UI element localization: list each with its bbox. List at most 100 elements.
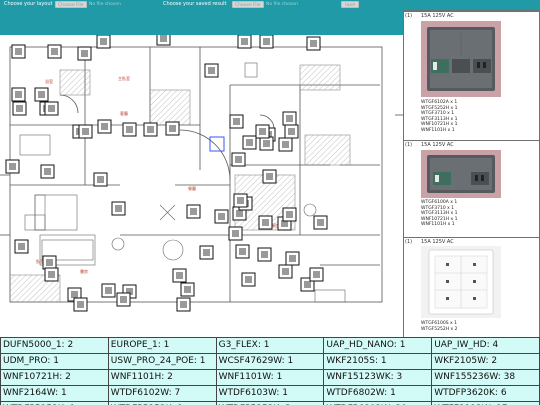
summary-cell: WTDFP3620K: 6 bbox=[431, 385, 540, 402]
card-title: 15A 125V AC bbox=[421, 13, 454, 19]
outlet-marker-glyph bbox=[310, 40, 317, 47]
outlet-card[interactable]: (1) 15A 125V AC WTGF6102A x 1 WTGF5252H … bbox=[404, 12, 539, 140]
outlet-marker-glyph bbox=[237, 197, 244, 204]
outlet-marker-glyph bbox=[236, 210, 243, 217]
outlet-marker-glyph bbox=[38, 91, 45, 98]
outlet-markers[interactable] bbox=[5, 35, 328, 312]
wall-plate-image bbox=[421, 21, 501, 97]
outlet-marker-glyph bbox=[233, 118, 240, 125]
part-item: WTGF6100S x 1 bbox=[421, 321, 457, 326]
summary-row: WTDFP5152K: 1WTDFP5252K: 1WTDFP5352K: 2W… bbox=[0, 401, 540, 405]
parts-list: WTGF6102A x 1 WTGF5252H x 1 WTGF3710 x 1… bbox=[421, 100, 458, 134]
selection-panel[interactable]: (1) 15A 125V AC WTGF6102A x 1 WTGF5252H … bbox=[403, 10, 540, 337]
layout-choose-file-button[interactable]: Choose File bbox=[55, 1, 87, 8]
outlet-marker-glyph bbox=[48, 271, 55, 278]
outlet-marker-glyph bbox=[176, 272, 183, 279]
part-item: WTGF3113H x 1 bbox=[421, 211, 458, 217]
saved-choose-file-button[interactable]: Choose File bbox=[232, 1, 264, 8]
card-index: (1) bbox=[405, 239, 413, 245]
outlet-marker-glyph bbox=[289, 255, 296, 262]
part-item: WTGF5252H x 2 bbox=[421, 326, 458, 332]
layout-file-label: Choose your layout bbox=[4, 1, 53, 7]
summary-cell: UAP_IW_HD: 4 bbox=[431, 337, 540, 354]
outlet-marker-glyph bbox=[71, 291, 78, 298]
outlet-marker-glyph bbox=[101, 123, 108, 130]
outlet-marker-glyph bbox=[169, 125, 176, 132]
summary-cell: WCSF47629W: 1 bbox=[215, 353, 325, 370]
load-button[interactable]: load bbox=[341, 1, 359, 8]
outlet-marker-glyph bbox=[100, 38, 107, 45]
layout-no-file-text: No file chosen bbox=[89, 2, 121, 7]
summary-cell: WTDFP5152K: 1 bbox=[0, 401, 109, 405]
summary-cell: WTDFP5252K: 1 bbox=[107, 401, 217, 405]
outlet-marker-glyph bbox=[262, 219, 269, 226]
floor-plan-panel[interactable]: 主臥室 客廳 餐廳 臥室 書房 廚房 浴室 bbox=[0, 35, 403, 337]
wall-plate-image bbox=[421, 246, 501, 318]
summary-cell: WNF155236W: 38 bbox=[431, 369, 540, 386]
outlet-marker-glyph bbox=[246, 139, 253, 146]
outlet-marker-glyph bbox=[288, 128, 295, 135]
part-item: WTGF3710 x 1 bbox=[421, 111, 455, 117]
plan-hatched-areas bbox=[9, 64, 351, 303]
outlet-marker-glyph bbox=[81, 50, 88, 57]
summary-row: UDM_PRO: 1 USW_PRO_24_POE: 1 WCSF47629W: 1… bbox=[0, 353, 540, 370]
summary-cell: WNF1101H: 2 bbox=[107, 369, 217, 386]
outlet-marker-glyph bbox=[286, 211, 293, 218]
outlet-marker-glyph bbox=[120, 296, 127, 303]
parts-list: WTGF6100S x 1 WTGF5252H x 2 bbox=[421, 321, 458, 332]
outlet-marker-glyph bbox=[190, 208, 197, 215]
summary-cell: WTDF6103W: 1 bbox=[215, 385, 325, 402]
outlet-marker-glyph bbox=[147, 126, 154, 133]
outlet-marker-glyph bbox=[239, 248, 246, 255]
outlet-marker-glyph bbox=[317, 219, 324, 226]
summary-cell: WNF15123WK: 3 bbox=[323, 369, 433, 386]
outlet-marker-glyph bbox=[9, 163, 16, 170]
top-toolbar: Choose your layout Choose File No file c… bbox=[0, 0, 540, 10]
summary-cell: WTDFP5352K: 2 bbox=[215, 401, 325, 405]
outlet-card[interactable]: (1) 15A 125V AC WTGF6100A x 1 WTGF3710 x… bbox=[404, 141, 539, 237]
part-item: WNF1101H x 1 bbox=[421, 127, 455, 133]
summary-cell: WTDF6102W: 7 bbox=[107, 385, 217, 402]
outlet-marker-glyph bbox=[105, 287, 112, 294]
room-label: 浴室 bbox=[45, 78, 53, 84]
part-item: WNF1101H x 1 bbox=[421, 222, 455, 228]
outlet-marker-glyph bbox=[235, 156, 242, 163]
outlet-marker-glyph bbox=[232, 230, 239, 237]
summary-cell: WNF2164W: 1 bbox=[0, 385, 109, 402]
outlet-card[interactable]: (1) 15A 125V AC WTGF6100S x 1 WTGF5252H … bbox=[404, 238, 539, 337]
outlet-marker-glyph bbox=[261, 251, 268, 258]
summary-cell: WNF1101W: 1 bbox=[215, 369, 325, 386]
room-label: 主臥室 bbox=[118, 75, 130, 81]
part-item: WTGF6102A x 1 bbox=[421, 100, 458, 105]
summary-cell: WTDFP6802W: 20 bbox=[323, 401, 433, 405]
outlet-marker-glyph bbox=[77, 301, 84, 308]
summary-cell: WTDF6802W: 1 bbox=[323, 385, 433, 402]
saved-result-label: Choose your saved result bbox=[163, 1, 227, 7]
selected-outlet-marker[interactable] bbox=[209, 136, 225, 152]
outlet-marker-glyph bbox=[184, 286, 191, 293]
summary-cell: DUFN5000_1: 2 bbox=[0, 337, 109, 354]
component-summary-table: DUFN5000_1: 2 EUROPE_1: 1 G3_FLEX: 1 UAP_HD… bbox=[0, 337, 540, 405]
outlet-marker-glyph bbox=[282, 141, 289, 148]
summary-cell: WKF2105W: 2 bbox=[431, 353, 540, 370]
floor-plan-canvas[interactable]: 主臥室 客廳 餐廳 臥室 書房 廚房 浴室 bbox=[0, 35, 403, 337]
summary-cell: WKF2105S: 1 bbox=[323, 353, 433, 370]
parts-list: WTGF6100A x 1 WTGF3710 x 1 WTGF3113H x 1… bbox=[421, 200, 458, 228]
outlet-marker-glyph bbox=[286, 115, 293, 122]
outlet-marker-glyph bbox=[241, 38, 248, 45]
card-index: (1) bbox=[405, 13, 413, 19]
outlet-marker-glyph bbox=[15, 48, 22, 55]
room-label: 客廳 bbox=[120, 110, 128, 116]
outlet-marker-glyph bbox=[97, 176, 104, 183]
outlet-marker-glyph bbox=[218, 213, 225, 220]
outlet-marker-glyph bbox=[51, 48, 58, 55]
outlet-marker-glyph bbox=[48, 105, 55, 112]
outlet-marker-glyph bbox=[46, 259, 53, 266]
outlet-marker-glyph bbox=[282, 268, 289, 275]
outlet-marker-glyph bbox=[126, 126, 133, 133]
outlet-marker-glyph bbox=[115, 205, 122, 212]
outlet-marker-glyph bbox=[245, 276, 252, 283]
outlet-marker-glyph bbox=[15, 91, 22, 98]
summary-cell: WNF10721H: 2 bbox=[0, 369, 109, 386]
card-index: (1) bbox=[405, 142, 413, 148]
